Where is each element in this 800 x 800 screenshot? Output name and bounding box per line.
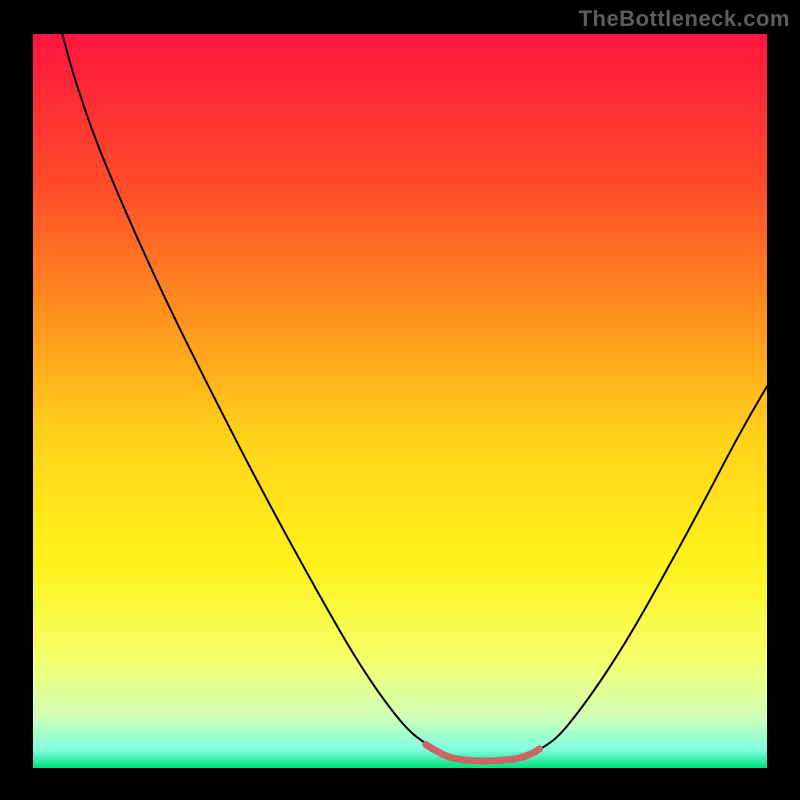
plot-area [33, 34, 767, 768]
chart-svg [33, 34, 767, 768]
chart-frame: TheBottleneck.com [0, 0, 800, 800]
watermark-text: TheBottleneck.com [579, 6, 790, 32]
gradient-background [33, 34, 767, 768]
